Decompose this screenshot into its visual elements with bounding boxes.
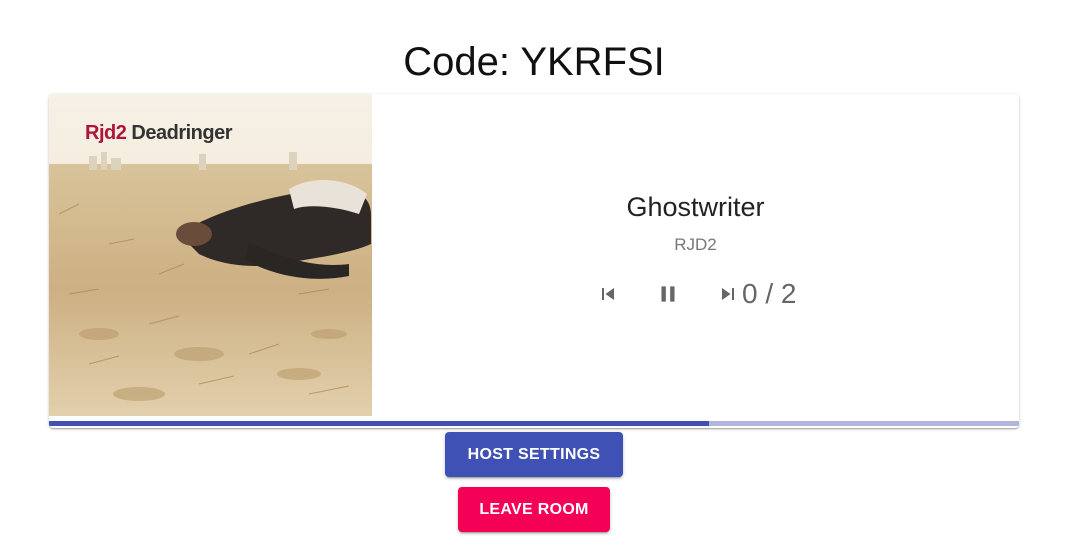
song-progress-bar <box>49 421 1019 426</box>
skip-previous-icon <box>602 288 614 300</box>
song-artist: RJD2 <box>674 235 717 254</box>
skip-next-icon <box>722 288 734 300</box>
room-code-title: Code: YKRFSI <box>403 40 665 84</box>
pause-button[interactable] <box>644 276 692 312</box>
leave-room-button[interactable]: LEAVE ROOM <box>458 487 610 532</box>
album-cover-album: Deadringer <box>131 122 232 144</box>
album-cover-image: Rjd2 Deadringer <box>49 94 372 416</box>
skip-previous-button[interactable] <box>584 276 632 312</box>
skip-vote-count: 0 / 2 <box>742 278 797 309</box>
album-cover-artist: Rjd2 <box>85 122 127 144</box>
song-progress-fill <box>49 421 709 426</box>
track-info: Ghostwriter RJD2 0 / 2 <box>372 94 1019 416</box>
host-settings-button[interactable]: HOST SETTINGS <box>445 432 623 477</box>
album-cover-title: Rjd2 Deadringer <box>85 122 232 145</box>
pause-icon <box>661 286 675 302</box>
music-player-card: Rjd2 Deadringer Ghostwriter RJD2 0 / 2 <box>49 94 1019 428</box>
playback-controls: 0 / 2 <box>584 276 796 312</box>
song-title: Ghostwriter <box>626 192 765 222</box>
